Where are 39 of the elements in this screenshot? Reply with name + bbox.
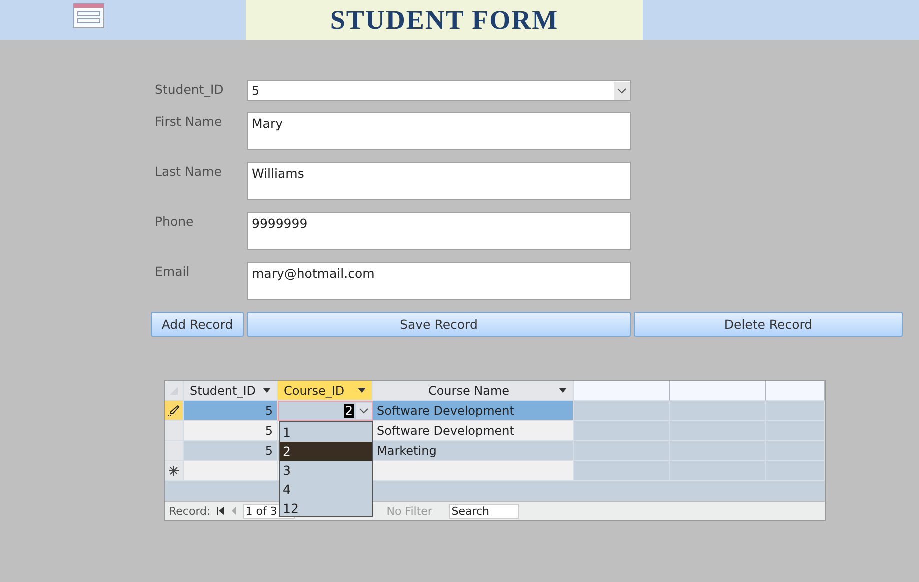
field-label: Last Name: [154, 163, 223, 181]
table-cell: Software Development: [373, 421, 574, 441]
field-label: Phone: [154, 213, 195, 231]
field-label: Student_ID: [154, 81, 225, 99]
sort-arrow-icon[interactable]: [263, 388, 271, 393]
column-header[interactable]: Course Name: [373, 381, 574, 401]
dropdown-option[interactable]: 3: [280, 461, 372, 480]
table-cell: Marketing: [373, 441, 574, 461]
table-cell: 5: [184, 421, 278, 441]
form-title: STUDENT FORM: [330, 4, 559, 36]
pencil-icon: [168, 404, 180, 416]
new-record-icon: [169, 466, 179, 476]
dropdown-option[interactable]: 1: [280, 423, 372, 442]
combo-field[interactable]: 5: [247, 80, 631, 101]
record-button[interactable]: Delete Record: [634, 312, 903, 337]
text-field[interactable]: mary@hotmail.com: [247, 262, 631, 300]
sort-arrow-icon[interactable]: [559, 388, 567, 393]
text-field[interactable]: Williams: [247, 162, 631, 200]
record-button[interactable]: Save Record: [247, 312, 631, 337]
column-header[interactable]: Student_ID: [184, 381, 278, 401]
table-cell: 5: [184, 441, 278, 461]
record-label: Record:: [169, 504, 211, 518]
table-cell[interactable]: 2: [344, 404, 354, 418]
table-cell: Software Development: [373, 401, 574, 421]
field-label: Email: [154, 263, 191, 281]
form-icon: [73, 3, 105, 29]
dropdown-option[interactable]: 2: [280, 442, 372, 461]
first-record-icon[interactable]: [216, 507, 225, 515]
dropdown-option[interactable]: 4: [280, 480, 372, 499]
search-field[interactable]: Search: [448, 504, 519, 518]
text-field[interactable]: 9999999: [247, 212, 631, 250]
text-field[interactable]: Mary: [247, 112, 631, 150]
record-button[interactable]: Add Record: [151, 312, 244, 337]
field-label: First Name: [154, 113, 224, 131]
column-header[interactable]: Course_ID: [278, 381, 373, 401]
select-all-cell[interactable]: [165, 381, 184, 401]
table-cell: 5: [184, 401, 278, 421]
sort-arrow-icon[interactable]: [358, 388, 366, 393]
row-selector[interactable]: [165, 401, 184, 421]
